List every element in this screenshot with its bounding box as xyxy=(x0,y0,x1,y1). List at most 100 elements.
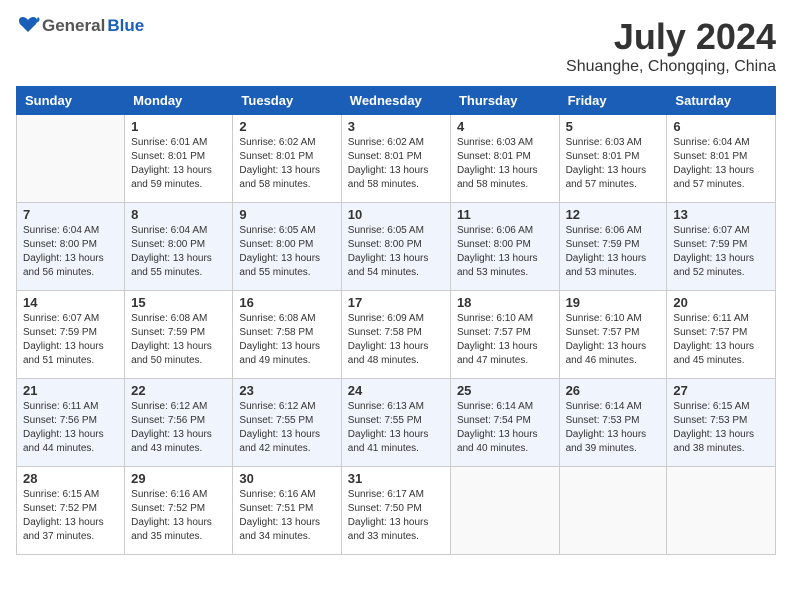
sunrise-text: Sunrise: 6:14 AM xyxy=(566,400,661,414)
day-number: 12 xyxy=(566,207,661,222)
day-info: Sunrise: 6:08 AMSunset: 7:58 PMDaylight:… xyxy=(239,312,334,368)
day-number: 30 xyxy=(239,471,334,486)
logo-general-text: General xyxy=(42,16,105,36)
day-info: Sunrise: 6:13 AMSunset: 7:55 PMDaylight:… xyxy=(348,400,444,456)
table-row: 14Sunrise: 6:07 AMSunset: 7:59 PMDayligh… xyxy=(17,291,125,379)
calendar-week-row: 1Sunrise: 6:01 AMSunset: 8:01 PMDaylight… xyxy=(17,115,776,203)
calendar-week-row: 14Sunrise: 6:07 AMSunset: 7:59 PMDayligh… xyxy=(17,291,776,379)
daylight-text: Daylight: 13 hours and 33 minutes. xyxy=(348,516,444,544)
col-header-friday: Friday xyxy=(559,87,667,115)
sunrise-text: Sunrise: 6:14 AM xyxy=(457,400,553,414)
day-number: 4 xyxy=(457,119,553,134)
day-info: Sunrise: 6:04 AMSunset: 8:01 PMDaylight:… xyxy=(673,136,769,192)
daylight-text: Daylight: 13 hours and 52 minutes. xyxy=(673,252,769,280)
day-info: Sunrise: 6:09 AMSunset: 7:58 PMDaylight:… xyxy=(348,312,444,368)
daylight-text: Daylight: 13 hours and 54 minutes. xyxy=(348,252,444,280)
table-row: 30Sunrise: 6:16 AMSunset: 7:51 PMDayligh… xyxy=(233,467,341,555)
sunrise-text: Sunrise: 6:09 AM xyxy=(348,312,444,326)
sunrise-text: Sunrise: 6:11 AM xyxy=(673,312,769,326)
day-info: Sunrise: 6:08 AMSunset: 7:59 PMDaylight:… xyxy=(131,312,226,368)
day-number: 10 xyxy=(348,207,444,222)
sunset-text: Sunset: 8:01 PM xyxy=(566,150,661,164)
daylight-text: Daylight: 13 hours and 42 minutes. xyxy=(239,428,334,456)
daylight-text: Daylight: 13 hours and 57 minutes. xyxy=(673,164,769,192)
sunset-text: Sunset: 7:54 PM xyxy=(457,414,553,428)
sunrise-text: Sunrise: 6:03 AM xyxy=(566,136,661,150)
day-info: Sunrise: 6:15 AMSunset: 7:52 PMDaylight:… xyxy=(23,488,118,544)
day-number: 13 xyxy=(673,207,769,222)
day-info: Sunrise: 6:10 AMSunset: 7:57 PMDaylight:… xyxy=(457,312,553,368)
table-row: 25Sunrise: 6:14 AMSunset: 7:54 PMDayligh… xyxy=(450,379,559,467)
sunrise-text: Sunrise: 6:12 AM xyxy=(131,400,226,414)
sunset-text: Sunset: 7:53 PM xyxy=(673,414,769,428)
table-row: 6Sunrise: 6:04 AMSunset: 8:01 PMDaylight… xyxy=(667,115,776,203)
logo-blue-text: Blue xyxy=(107,16,144,36)
sunrise-text: Sunrise: 6:02 AM xyxy=(239,136,334,150)
daylight-text: Daylight: 13 hours and 37 minutes. xyxy=(23,516,118,544)
sunrise-text: Sunrise: 6:04 AM xyxy=(131,224,226,238)
day-info: Sunrise: 6:02 AMSunset: 8:01 PMDaylight:… xyxy=(239,136,334,192)
daylight-text: Daylight: 13 hours and 50 minutes. xyxy=(131,340,226,368)
day-info: Sunrise: 6:07 AMSunset: 7:59 PMDaylight:… xyxy=(23,312,118,368)
day-number: 15 xyxy=(131,295,226,310)
day-info: Sunrise: 6:12 AMSunset: 7:56 PMDaylight:… xyxy=(131,400,226,456)
sunset-text: Sunset: 7:57 PM xyxy=(673,326,769,340)
sunset-text: Sunset: 8:00 PM xyxy=(239,238,334,252)
table-row: 13 Sunrise: 6:07 AMSunset: 7:59 PMDayligh… xyxy=(667,203,776,291)
col-header-thursday: Thursday xyxy=(450,87,559,115)
daylight-text: Daylight: 13 hours and 39 minutes. xyxy=(566,428,661,456)
calendar-week-row: 28Sunrise: 6:15 AMSunset: 7:52 PMDayligh… xyxy=(17,467,776,555)
sunrise-text: Sunrise: 6:16 AM xyxy=(131,488,226,502)
day-info: Sunrise: 6:03 AMSunset: 8:01 PMDaylight:… xyxy=(457,136,553,192)
table-row: 23Sunrise: 6:12 AMSunset: 7:55 PMDayligh… xyxy=(233,379,341,467)
table-row: 28Sunrise: 6:15 AMSunset: 7:52 PMDayligh… xyxy=(17,467,125,555)
sunrise-text: Sunrise: 6:02 AM xyxy=(348,136,444,150)
table-row: 21Sunrise: 6:11 AMSunset: 7:56 PMDayligh… xyxy=(17,379,125,467)
table-row: 17Sunrise: 6:09 AMSunset: 7:58 PMDayligh… xyxy=(341,291,450,379)
daylight-text: Daylight: 13 hours and 47 minutes. xyxy=(457,340,553,368)
table-row: 4 Sunrise: 6:03 AMSunset: 8:01 PMDaylight… xyxy=(450,115,559,203)
sunset-text: Sunset: 8:01 PM xyxy=(457,150,553,164)
col-header-monday: Monday xyxy=(125,87,233,115)
day-info: Sunrise: 6:14 AMSunset: 7:54 PMDaylight:… xyxy=(457,400,553,456)
table-row: 12Sunrise: 6:06 AMSunset: 7:59 PMDayligh… xyxy=(559,203,667,291)
sunset-text: Sunset: 7:50 PM xyxy=(348,502,444,516)
title-area: July 2024 Shuanghe, Chongqing, China xyxy=(566,16,776,76)
calendar-table: Sunday Monday Tuesday Wednesday Thursday… xyxy=(16,86,776,555)
table-row: 11Sunrise: 6:06 AMSunset: 8:00 PMDayligh… xyxy=(450,203,559,291)
day-number: 31 xyxy=(348,471,444,486)
sunset-text: Sunset: 8:01 PM xyxy=(673,150,769,164)
daylight-text: Daylight: 13 hours and 58 minutes. xyxy=(457,164,553,192)
day-info: Sunrise: 6:04 AMSunset: 8:00 PMDaylight:… xyxy=(23,224,118,280)
daylight-text: Daylight: 13 hours and 53 minutes. xyxy=(457,252,553,280)
sunset-text: Sunset: 7:59 PM xyxy=(131,326,226,340)
day-info: Sunrise: 6:15 AMSunset: 7:53 PMDaylight:… xyxy=(673,400,769,456)
sunrise-text: Sunrise: 6:04 AM xyxy=(23,224,118,238)
sunrise-text: Sunrise: 6:07 AM xyxy=(23,312,118,326)
daylight-text: Daylight: 13 hours and 48 minutes. xyxy=(348,340,444,368)
sunset-text: Sunset: 8:00 PM xyxy=(348,238,444,252)
table-row: 2Sunrise: 6:02 AMSunset: 8:01 PMDaylight… xyxy=(233,115,341,203)
daylight-text: Daylight: 13 hours and 53 minutes. xyxy=(566,252,661,280)
day-number: 26 xyxy=(566,383,661,398)
day-number: 23 xyxy=(239,383,334,398)
day-number: 27 xyxy=(673,383,769,398)
table-row: 16Sunrise: 6:08 AMSunset: 7:58 PMDayligh… xyxy=(233,291,341,379)
sunset-text: Sunset: 7:51 PM xyxy=(239,502,334,516)
sunset-text: Sunset: 7:59 PM xyxy=(673,238,769,252)
day-info: Sunrise: 6:04 AMSunset: 8:00 PMDaylight:… xyxy=(131,224,226,280)
col-header-sunday: Sunday xyxy=(17,87,125,115)
sunrise-text: Sunrise: 6:03 AM xyxy=(457,136,553,150)
daylight-text: Daylight: 13 hours and 43 minutes. xyxy=(131,428,226,456)
day-number: 5 xyxy=(566,119,661,134)
sunrise-text: Sunrise: 6:08 AM xyxy=(131,312,226,326)
day-number: 29 xyxy=(131,471,226,486)
table-row: 20Sunrise: 6:11 AMSunset: 7:57 PMDayligh… xyxy=(667,291,776,379)
table-row: 7Sunrise: 6:04 AMSunset: 8:00 PMDaylight… xyxy=(17,203,125,291)
daylight-text: Daylight: 13 hours and 40 minutes. xyxy=(457,428,553,456)
table-row: 22Sunrise: 6:12 AMSunset: 7:56 PMDayligh… xyxy=(125,379,233,467)
day-info: Sunrise: 6:11 AMSunset: 7:57 PMDaylight:… xyxy=(673,312,769,368)
day-info: Sunrise: 6:07 AMSunset: 7:59 PMDaylight:… xyxy=(673,224,769,280)
daylight-text: Daylight: 13 hours and 41 minutes. xyxy=(348,428,444,456)
sunset-text: Sunset: 7:52 PM xyxy=(131,502,226,516)
